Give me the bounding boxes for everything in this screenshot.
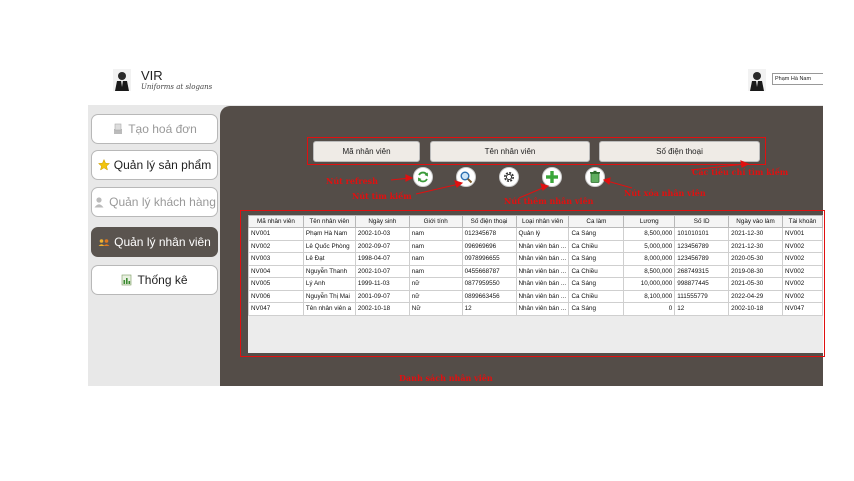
annotation-search-fields: Các tiêu chí tìm kiếm: [692, 167, 789, 177]
annotation-search: Nút tìm kiếm: [352, 191, 412, 201]
annotation-employee-list: Danh sách nhân viên: [399, 373, 493, 383]
employee-list-highlight: [240, 210, 825, 357]
annotation-add: Nút thêm nhân viên: [504, 196, 594, 206]
annotation-delete: Nút xóa nhân viên: [624, 188, 706, 198]
annotation-refresh: Nút refresh: [326, 176, 378, 186]
